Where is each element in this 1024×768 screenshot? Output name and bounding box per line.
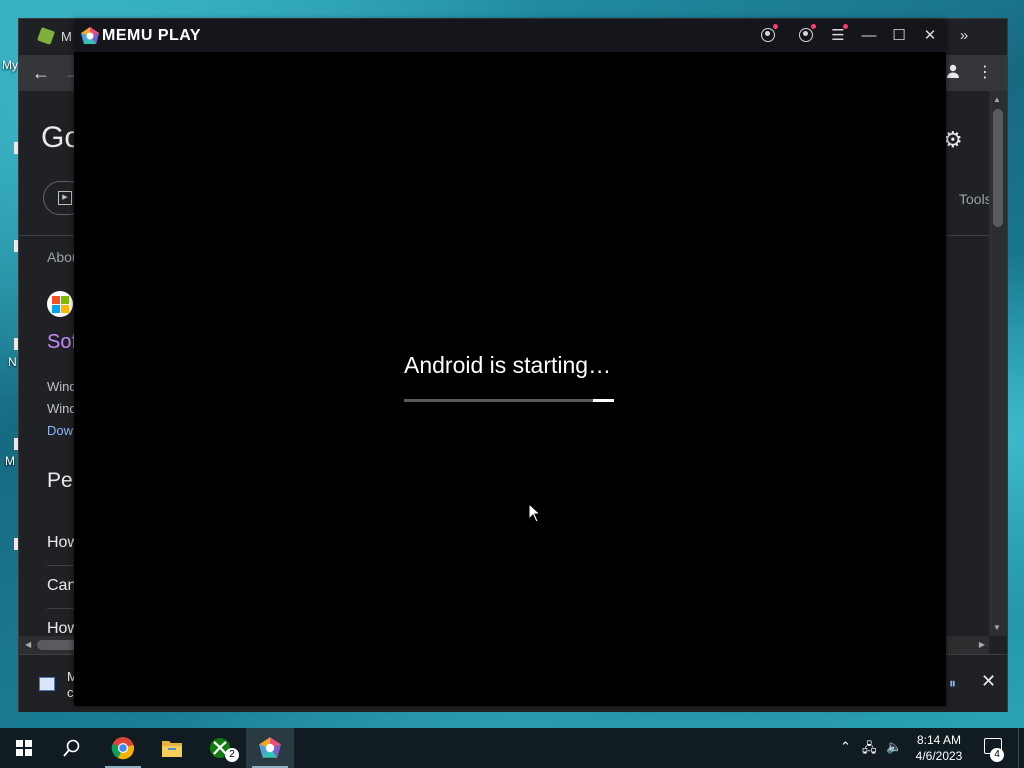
result-snippet-line: Wind bbox=[47, 401, 77, 416]
desktop-icon-label-2[interactable]: N bbox=[8, 355, 17, 369]
result-title-link[interactable]: Sof bbox=[47, 331, 77, 354]
network-icon[interactable]: 🖧 bbox=[862, 739, 877, 761]
tab-favicon-icon bbox=[37, 27, 55, 45]
memu-logo-icon bbox=[81, 27, 99, 44]
volume-icon[interactable]: 🔈 bbox=[886, 739, 902, 755]
tools-button[interactable]: Tools bbox=[959, 191, 989, 207]
scroll-right-arrow-icon[interactable]: ▶ bbox=[979, 640, 985, 649]
mouse-cursor-icon bbox=[529, 504, 541, 523]
taskbar-app-xbox[interactable]: 2 bbox=[197, 728, 245, 768]
minimize-icon[interactable]: — bbox=[859, 26, 879, 46]
memu-titlebar[interactable]: MEMU PLAY ☰ — ☐ ✕ bbox=[74, 20, 946, 52]
folder-icon bbox=[162, 741, 182, 757]
clock[interactable]: 8:14 AM 4/6/2023 bbox=[904, 732, 974, 764]
account-icon[interactable] bbox=[758, 24, 778, 46]
maximize-icon[interactable]: ☐ bbox=[889, 26, 909, 46]
question-item[interactable]: Can bbox=[47, 577, 76, 595]
notification-badge: 2 bbox=[225, 748, 239, 762]
taskbar: 2 ⌃ 🖧 🔈 8:14 AM 4/6/2023 4 bbox=[0, 728, 1024, 768]
scroll-left-arrow-icon[interactable]: ◀ bbox=[25, 640, 31, 649]
scroll-down-arrow-icon[interactable]: ▼ bbox=[993, 623, 1001, 632]
close-icon[interactable]: ✕ bbox=[920, 26, 940, 46]
close-icon[interactable]: ✕ bbox=[981, 671, 996, 692]
search-icon bbox=[63, 739, 80, 757]
expand-toolbar-icon[interactable]: » bbox=[954, 26, 974, 46]
taskbar-app-file-explorer[interactable] bbox=[148, 728, 196, 768]
user-center-icon[interactable] bbox=[796, 24, 816, 46]
profile-icon[interactable] bbox=[943, 63, 963, 83]
boot-status-text: Android is starting… bbox=[404, 352, 612, 378]
clock-time: 8:14 AM bbox=[916, 733, 962, 747]
windows-logo-icon bbox=[16, 740, 32, 756]
people-also-ask-heading: Pe bbox=[47, 469, 73, 492]
play-icon: ▶ bbox=[58, 191, 72, 205]
start-button[interactable] bbox=[0, 728, 48, 768]
show-hidden-icons-chevron-icon[interactable]: ⌃ bbox=[840, 739, 851, 755]
show-desktop-button[interactable] bbox=[1018, 728, 1019, 768]
scrollbar-thumb[interactable] bbox=[993, 109, 1003, 227]
hamburger-menu-icon[interactable]: ☰ bbox=[828, 24, 848, 46]
result-sublink[interactable]: Dow bbox=[47, 423, 73, 438]
app-title: MEMU PLAY bbox=[102, 27, 202, 44]
taskbar-app-chrome[interactable] bbox=[99, 728, 147, 768]
taskbar-app-memu[interactable] bbox=[246, 728, 294, 768]
memu-window[interactable]: MEMU PLAY ☰ — ☐ ✕ » Android is starting… bbox=[74, 20, 968, 706]
notification-count-badge: 4 bbox=[990, 748, 1004, 762]
boot-progress-bar bbox=[404, 399, 614, 402]
back-arrow-icon[interactable]: ← bbox=[31, 63, 51, 83]
scroll-up-arrow-icon[interactable]: ▲ bbox=[993, 95, 1001, 104]
tab-title[interactable]: M bbox=[61, 29, 72, 44]
desktop-icon-label-1[interactable]: My bbox=[2, 58, 18, 72]
microsoft-logo-icon bbox=[47, 291, 73, 317]
vertical-scrollbar[interactable]: ▲ ▼ bbox=[989, 91, 1007, 636]
search-button[interactable] bbox=[48, 728, 96, 768]
chrome-icon bbox=[111, 737, 134, 760]
kebab-menu-icon[interactable]: ⋮ bbox=[977, 63, 993, 83]
desktop-icon-label-3[interactable]: M bbox=[5, 454, 15, 468]
boot-progress-fill bbox=[593, 399, 614, 402]
file-icon bbox=[39, 677, 55, 691]
clock-date: 4/6/2023 bbox=[915, 749, 963, 763]
memu-icon bbox=[259, 737, 281, 758]
show-all-icon[interactable]: ⏸ bbox=[949, 675, 956, 692]
result-snippet-line: Wind bbox=[47, 379, 77, 394]
android-screen[interactable]: Android is starting… bbox=[74, 52, 946, 706]
